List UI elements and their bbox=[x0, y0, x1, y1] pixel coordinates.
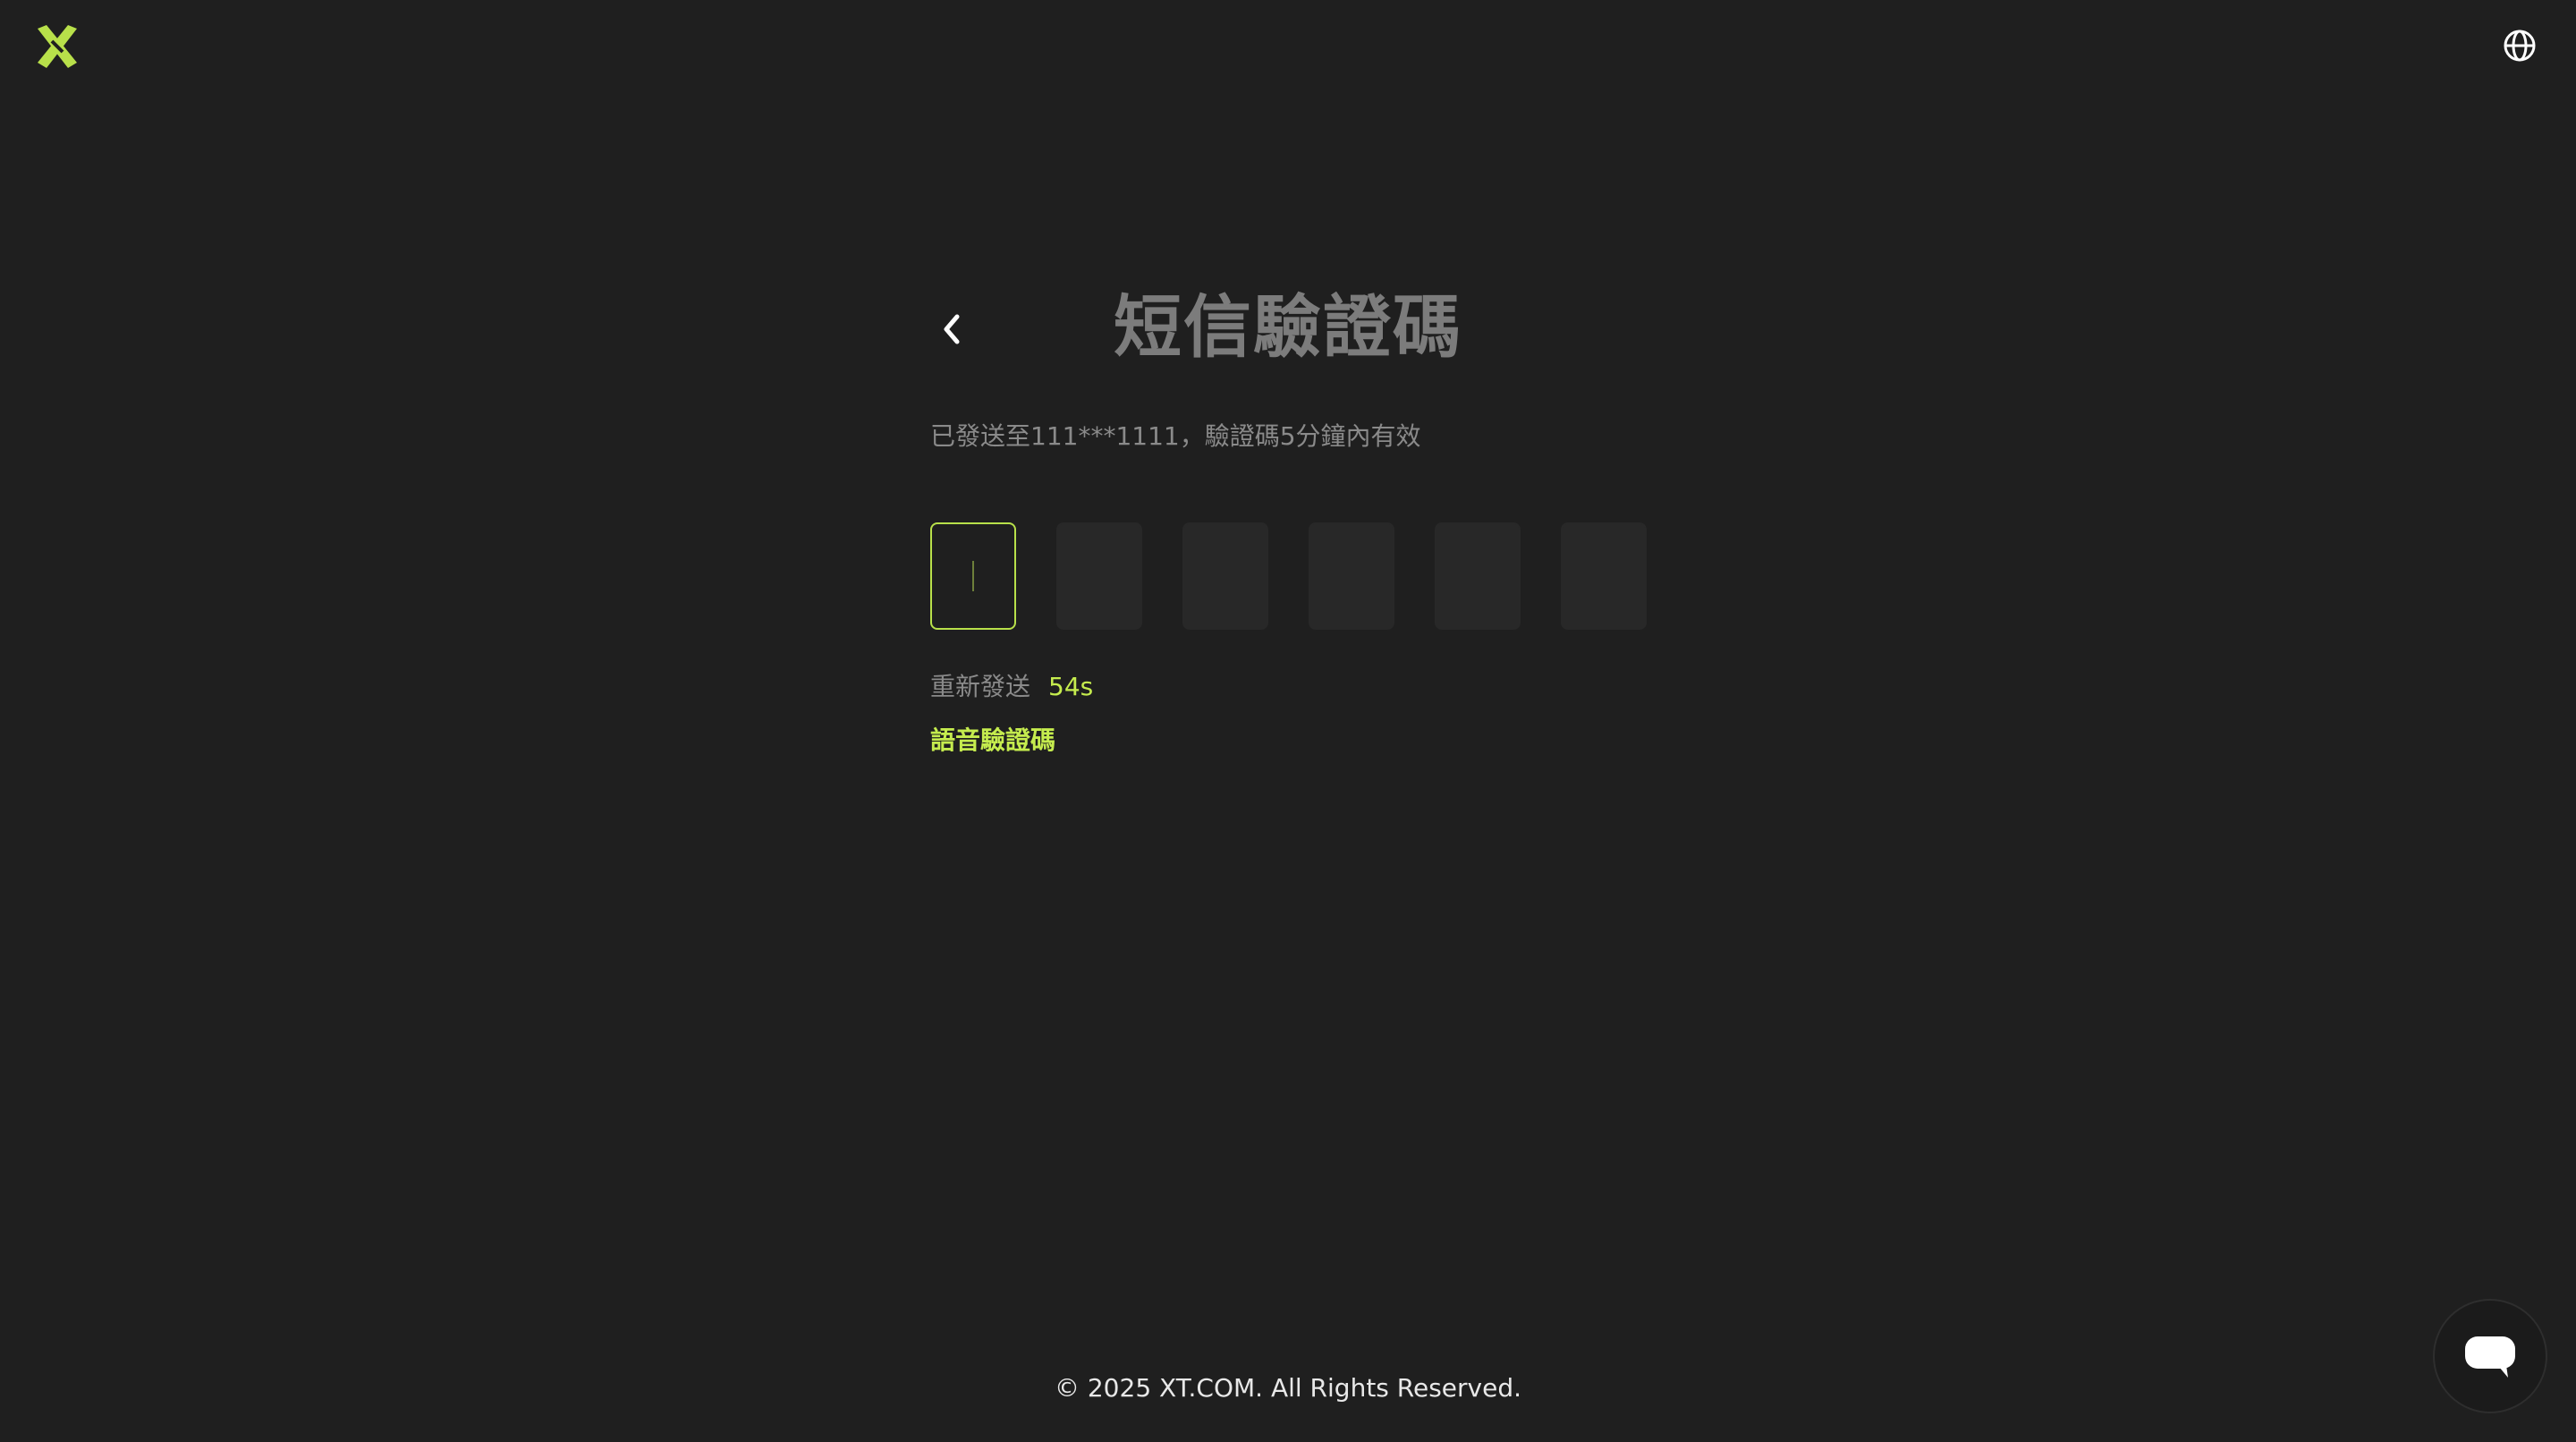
chevron-left-icon bbox=[944, 314, 960, 344]
otp-digit-1[interactable] bbox=[930, 522, 1016, 630]
otp-digit-2[interactable] bbox=[1056, 522, 1142, 630]
otp-digit-6[interactable] bbox=[1561, 522, 1647, 630]
otp-digit-5[interactable] bbox=[1435, 522, 1521, 630]
voice-code-link[interactable]: 語音驗證碼 bbox=[930, 723, 1055, 759]
otp-input-group bbox=[930, 522, 1647, 630]
resend-row: 重新發送 54s bbox=[930, 669, 1093, 705]
resend-countdown: 54s bbox=[1048, 672, 1094, 701]
otp-digit-4[interactable] bbox=[1309, 522, 1394, 630]
verification-page: 短信驗證碼 已發送至111***1111，驗證碼5分鐘內有效 重新發送 54s … bbox=[0, 0, 2576, 1442]
chat-bubble-icon bbox=[2465, 1336, 2515, 1378]
support-chat-button[interactable] bbox=[2433, 1299, 2547, 1413]
otp-digit-3[interactable] bbox=[1182, 522, 1268, 630]
globe-icon[interactable] bbox=[2503, 29, 2537, 63]
back-button[interactable] bbox=[930, 304, 973, 354]
xt-logo-icon[interactable] bbox=[32, 21, 82, 72]
footer-copyright: © 2025 XT.COM. All Rights Reserved. bbox=[1054, 1373, 1522, 1403]
sent-to-notice: 已發送至111***1111，驗證碼5分鐘內有效 bbox=[930, 421, 1421, 451]
resend-label: 重新發送 bbox=[930, 672, 1031, 701]
text-caret bbox=[972, 561, 974, 591]
page-title: 短信驗證碼 bbox=[1114, 287, 1462, 367]
